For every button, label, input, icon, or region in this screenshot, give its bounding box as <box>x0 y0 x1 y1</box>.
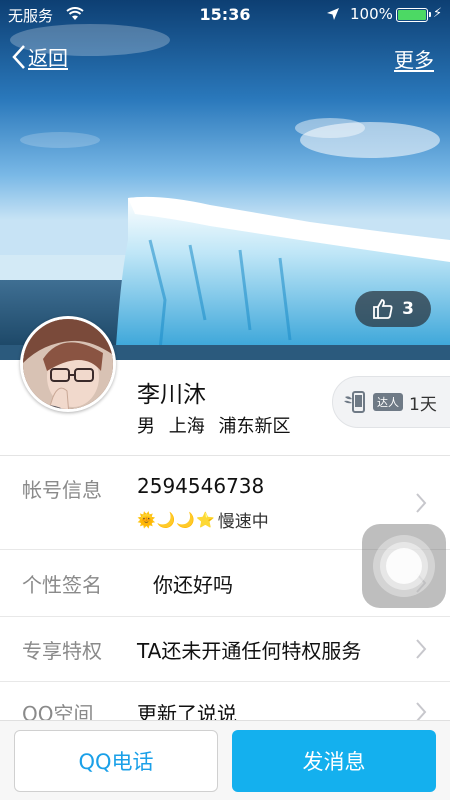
expert-badge: 达人 <box>343 389 403 415</box>
chevron-right-icon[interactable] <box>414 638 428 660</box>
battery-icon <box>396 8 431 22</box>
privilege-label: 专享特权 <box>22 639 102 663</box>
gender-label: 男 <box>137 416 155 437</box>
bottom-action-bar: QQ电话 发消息 <box>0 720 450 800</box>
charging-bolt-icon: ⚡ <box>433 6 443 21</box>
back-label: 返回 <box>28 46 68 70</box>
avatar-image <box>23 319 113 409</box>
section-divider <box>0 455 450 456</box>
status-bar: 无服务 15:36 100% ⚡ <box>0 0 450 30</box>
like-count: 3 <box>402 299 414 319</box>
speed-status: 慢速中 <box>217 512 269 532</box>
qq-number: 2594546738 <box>137 474 265 498</box>
privilege-value: TA还未开通任何特权服务 <box>137 639 362 663</box>
battery-percent: 100% <box>350 5 393 23</box>
avatar[interactable] <box>20 316 116 412</box>
qq-call-button[interactable]: QQ电话 <box>14 730 218 792</box>
chevron-left-icon <box>12 44 25 69</box>
assistive-touch-icon <box>373 535 435 597</box>
thumbs-up-icon <box>373 299 393 319</box>
winged-phone-icon <box>344 391 365 413</box>
chevron-right-icon[interactable] <box>414 492 428 514</box>
back-button[interactable]: 返回 <box>12 42 68 71</box>
profile-name: 李川沐 <box>137 382 206 408</box>
expert-days: 1天 <box>409 394 437 415</box>
account-level-line: 🌞 🌙 🌙 ⭐ 慢速中 <box>137 507 269 533</box>
assistive-touch-button[interactable] <box>362 524 446 608</box>
signature-value: 你还好吗 <box>153 573 233 597</box>
expert-badge-button[interactable]: 达人 1天 <box>332 376 450 428</box>
moon-icon: 🌙 <box>156 510 176 529</box>
moon-icon: 🌙 <box>176 510 196 529</box>
district-label: 浦东新区 <box>218 416 291 437</box>
signature-label: 个性签名 <box>22 573 102 597</box>
row-separator <box>0 616 450 617</box>
city-label: 上海 <box>168 416 205 437</box>
expert-badge-label: 达人 <box>373 393 403 411</box>
profile-location: 男 上海 浦东新区 <box>137 412 298 438</box>
like-button[interactable]: 3 <box>355 291 431 327</box>
row-separator <box>0 681 450 682</box>
star-icon: ⭐ <box>196 510 215 529</box>
location-arrow-icon <box>326 7 340 25</box>
send-message-button[interactable]: 发消息 <box>232 730 436 792</box>
sun-icon: 🌞 <box>137 510 156 529</box>
account-info-label: 帐号信息 <box>22 478 102 502</box>
more-button[interactable]: 更多 <box>394 44 434 73</box>
